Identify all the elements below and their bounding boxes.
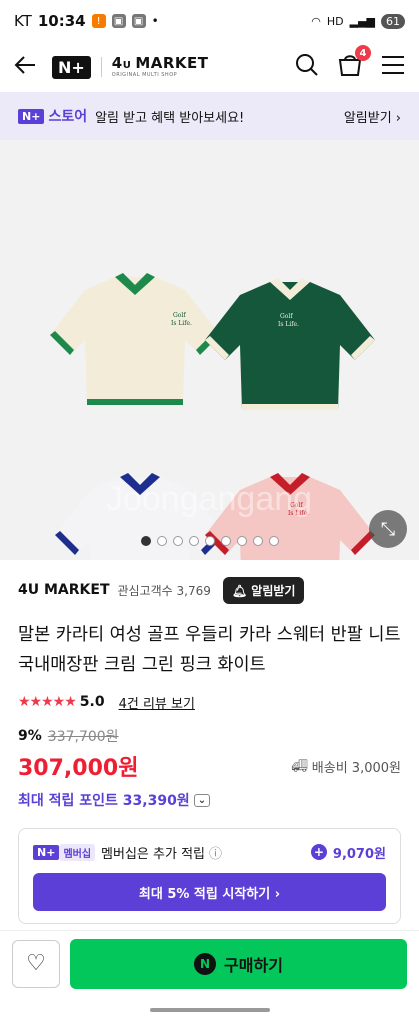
clock: 10:34 bbox=[37, 12, 86, 30]
back-arrow-icon[interactable] bbox=[14, 53, 46, 81]
rating-score: 5.0 bbox=[79, 694, 105, 710]
truck-icon: 🚚︎ bbox=[291, 758, 308, 774]
interest-count: 관심고객수 3,769 bbox=[117, 583, 211, 598]
store-label: 스토어 bbox=[48, 109, 88, 125]
page-dot[interactable] bbox=[156, 536, 167, 546]
cart-count-badge: 4 bbox=[355, 45, 371, 61]
discount-row: 9% 337,700원 bbox=[18, 724, 401, 748]
plus-icon: + bbox=[310, 844, 327, 860]
notification-icon: ▣ bbox=[111, 14, 126, 28]
membership-badge: 멤버십 bbox=[59, 843, 96, 861]
shipping-info: 🚚︎ 배송비 3,000원 bbox=[291, 757, 401, 776]
membership-points-value: 9,070원 bbox=[332, 846, 386, 862]
buy-button-label: 구매하기 bbox=[224, 955, 283, 975]
page-dot[interactable] bbox=[236, 536, 247, 546]
heart-icon: ♡ bbox=[26, 951, 46, 976]
nplus-badge: N+ bbox=[33, 844, 60, 860]
notify-link[interactable]: 알림받기 › bbox=[344, 107, 401, 126]
brand-subtitle: ORIGINAL MULTI SHOP bbox=[111, 72, 178, 78]
page-dot[interactable] bbox=[204, 536, 215, 546]
expand-icon[interactable]: ⤡ bbox=[369, 510, 407, 548]
shirt-logo-text: Golf bbox=[173, 312, 186, 319]
points-row[interactable]: 최대 적립 포인트 33,390원 ⌄ bbox=[18, 784, 401, 816]
star-rating-icon: ★★★★★ bbox=[18, 694, 77, 710]
cart-icon[interactable]: 4 bbox=[337, 45, 371, 81]
original-price: 337,700원 bbox=[47, 729, 119, 745]
store-name[interactable]: 4U MARKET bbox=[18, 582, 110, 598]
brand-name: MARKET bbox=[135, 54, 209, 72]
page-dot[interactable] bbox=[268, 536, 279, 546]
rating-row: ★★★★★ 5.0 4건 리뷰 보기 bbox=[18, 680, 401, 724]
wifi-icon: ◠ bbox=[311, 14, 321, 28]
menu-icon[interactable] bbox=[381, 55, 405, 79]
brand-logo[interactable]: 4U MARKET ORIGINAL MULTI SHOP bbox=[112, 56, 209, 78]
status-bar: KT 10:34 ! ▣ ▣ • ◠ HD ▂▄▆ 61 bbox=[0, 0, 419, 42]
max-points: 최대 적립 포인트 33,390원 bbox=[18, 793, 190, 809]
notification-icon: ▣ bbox=[131, 14, 146, 28]
info-icon[interactable]: ⓘ bbox=[209, 843, 222, 862]
alarm-button[interactable]: 🔔︎ 알림받기 bbox=[222, 576, 305, 604]
naver-plus-logo[interactable]: N+ bbox=[52, 55, 91, 79]
product-title: 말본 카라티 여성 골프 우들리 카라 스웨터 반팔 니트 국내매장판 크림 그… bbox=[18, 625, 401, 675]
store-promo-banner[interactable]: N+ 스토어 알림 받고 혜택 받아보세요! 알림받기 › bbox=[0, 92, 419, 140]
membership-box: N+ 멤버십 멤버십은 추가 적립 ⓘ + 9,070원 최대 5% 적립 시작… bbox=[18, 828, 401, 924]
gallery-pagination bbox=[0, 536, 419, 546]
shipping-fee: 배송비 3,000원 bbox=[311, 760, 401, 776]
membership-text: 멤버십은 추가 적립 bbox=[101, 846, 205, 862]
chevron-down-icon[interactable]: ⌄ bbox=[193, 793, 211, 807]
brand-prefix: 4 bbox=[111, 54, 123, 72]
carrier: KT bbox=[14, 12, 32, 30]
bell-icon: 🔔︎ bbox=[231, 583, 248, 598]
hd-icon: HD bbox=[326, 14, 344, 28]
membership-line: N+ 멤버십 멤버십은 추가 적립 ⓘ + 9,070원 bbox=[33, 839, 386, 865]
price-row: 307,000원 🚚︎ 배송비 3,000원 bbox=[18, 748, 401, 784]
store-line: 4U MARKET 관심고객수 3,769 🔔︎ 알림받기 bbox=[18, 560, 401, 620]
shirt-logo-text: Is Life. bbox=[171, 320, 192, 327]
page-dot[interactable] bbox=[172, 536, 183, 546]
shirt-logo-text: Is Life. bbox=[278, 321, 299, 328]
product-info: 4U MARKET 관심고객수 3,769 🔔︎ 알림받기 말본 카라티 여성 … bbox=[0, 560, 419, 924]
top-navigation: N+ 4U MARKET ORIGINAL MULTI SHOP 4 bbox=[0, 42, 419, 92]
wishlist-button[interactable]: ♡ bbox=[12, 939, 60, 988]
more-dot-icon: • bbox=[151, 14, 159, 28]
signal-icon: ▂▄▆ bbox=[349, 14, 375, 28]
search-icon[interactable] bbox=[295, 53, 319, 81]
review-link[interactable]: 4건 리뷰 보기 bbox=[119, 693, 195, 712]
divider bbox=[100, 57, 102, 77]
page-dot[interactable] bbox=[188, 536, 199, 546]
battery-indicator: 61 bbox=[381, 13, 405, 29]
membership-start-button[interactable]: 최대 5% 적립 시작하기 › bbox=[33, 873, 386, 911]
shirt-logo-text: Golf bbox=[280, 313, 293, 320]
sale-price: 307,000원 bbox=[18, 756, 139, 781]
buy-button[interactable]: N 구매하기 bbox=[70, 938, 407, 989]
alarm-button-label: 알림받기 bbox=[251, 583, 296, 598]
page-dot[interactable] bbox=[252, 536, 263, 546]
product-image-gallery[interactable]: Golf Is Life. Golf Is Life. Golf Is Life… bbox=[0, 140, 419, 560]
page-dot[interactable] bbox=[140, 536, 151, 546]
page-dot[interactable] bbox=[220, 536, 231, 546]
nplus-badge: N+ bbox=[18, 108, 45, 124]
promo-message: 알림 받고 혜택 받아보세요! bbox=[95, 110, 245, 126]
naver-pay-icon: N bbox=[194, 952, 217, 975]
bottom-action-bar: ♡ N 구매하기 bbox=[0, 930, 419, 996]
discount-rate: 9% bbox=[18, 728, 42, 744]
watermark-text: Joongangang bbox=[106, 480, 312, 518]
product-image: Golf Is Life. Golf Is Life. Golf Is Life… bbox=[50, 273, 375, 560]
alert-icon: ! bbox=[91, 14, 106, 28]
home-indicator bbox=[0, 996, 419, 1024]
membership-points: + 9,070원 bbox=[310, 843, 386, 862]
